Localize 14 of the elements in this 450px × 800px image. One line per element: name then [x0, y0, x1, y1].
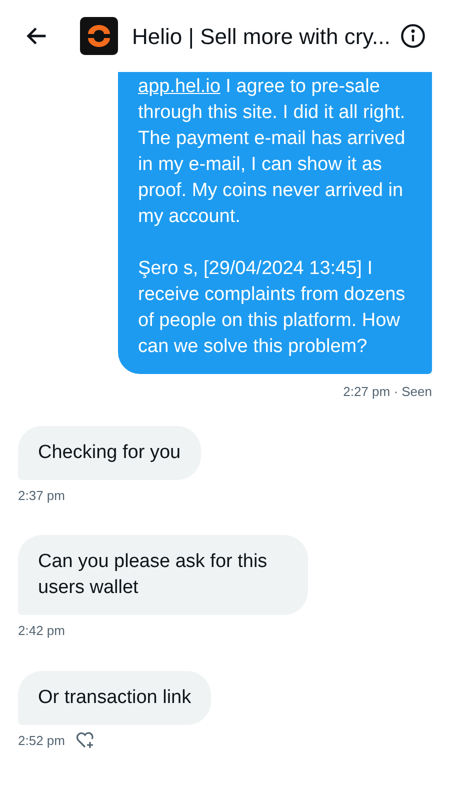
received-message-bubble: Checking for you — [18, 426, 201, 480]
logo-icon — [80, 17, 118, 55]
message-text: app.hel.io I agree to pre-sale through this site. I did it all right. The payment e-mail has arrived in my e-mail, I can show it as proof. My coins never arrived in my account. — [138, 75, 406, 229]
message-timestamp: 2:42 pm — [18, 622, 65, 640]
received-message-bubble: Or transaction link — [18, 670, 212, 724]
message-timestamp: 2:27 pm · Seen — [343, 383, 432, 401]
message-text: Şero s, [29/04/2024 13:45] I receive complaints from dozens of people on this platform. How can we solve this problem? — [138, 257, 406, 359]
info-icon[interactable] — [400, 23, 426, 49]
received-message-bubble: Can you please ask for this users wallet — [18, 535, 308, 615]
add-reaction-icon[interactable] — [74, 731, 95, 750]
message-timestamp: 2:37 pm — [18, 486, 65, 505]
message-timestamp: 2:52 pm — [18, 732, 65, 750]
conversation-title: Helio | Sell more with cry... — [132, 22, 390, 51]
link[interactable]: app.hel.io — [138, 76, 220, 97]
